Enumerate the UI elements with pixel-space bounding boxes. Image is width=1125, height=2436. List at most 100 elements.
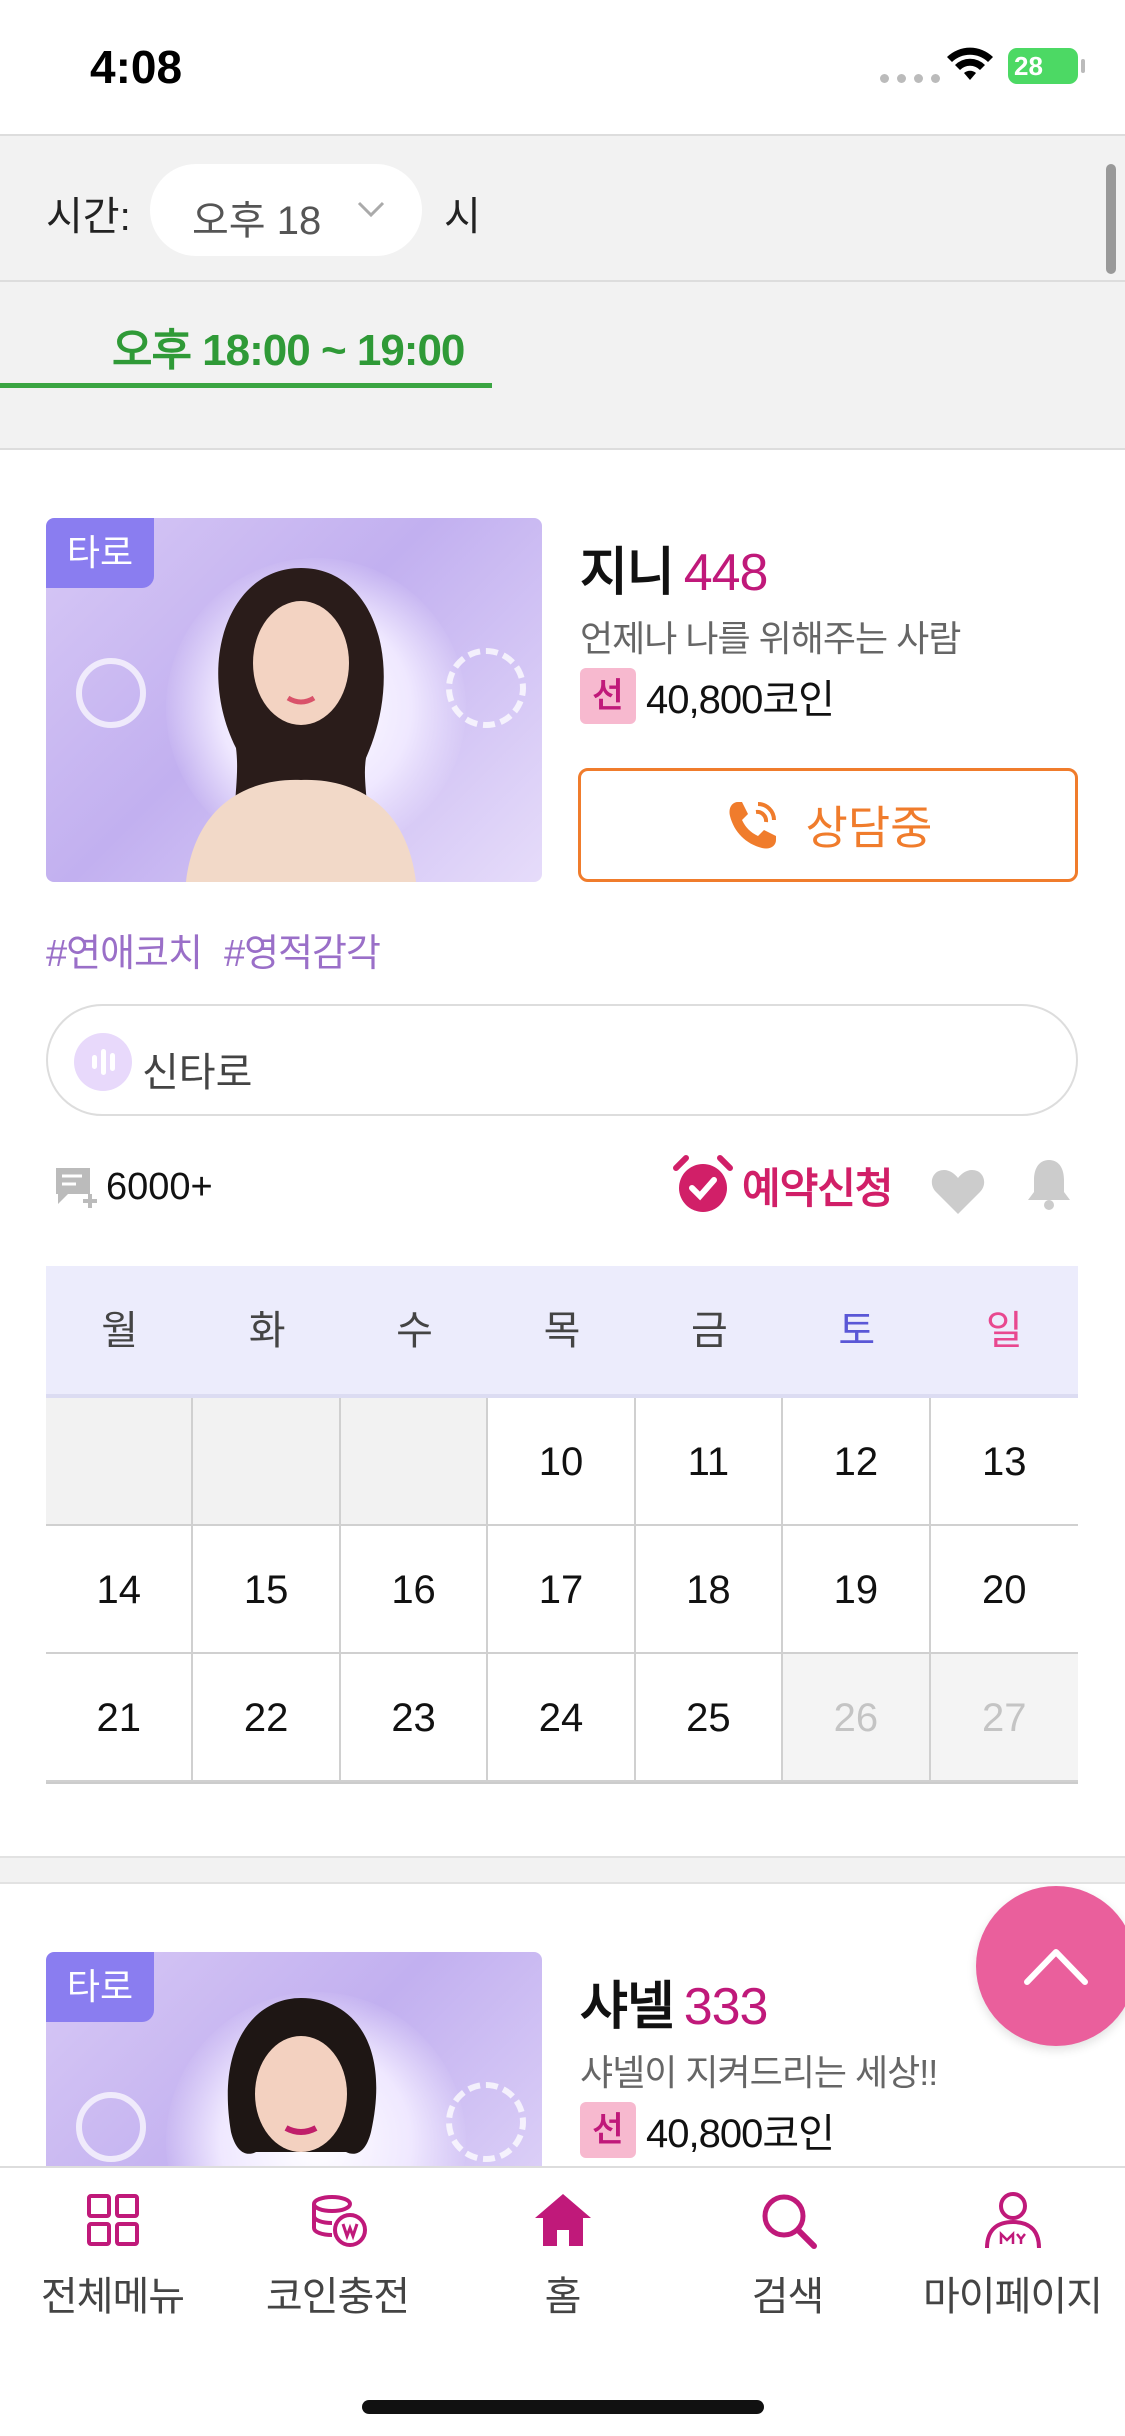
person-silhouette-icon: [186, 568, 416, 882]
counselor-name: 샤넬 333: [580, 1964, 769, 2039]
status-bar: 4:08 28: [0, 0, 1125, 134]
price-row: 선 40,800코인: [580, 2102, 835, 2158]
review-icon: [56, 1168, 97, 1208]
counselor-card[interactable]: 타로 샤넬 333 샤넬이 지켜드리는 세상!! 선 40,800코인: [0, 1886, 1125, 2166]
nav-label: 코인충전: [265, 2275, 410, 2319]
calendar-day[interactable]: 16: [340, 1526, 489, 1654]
reserve-label: 예약신청: [742, 1164, 894, 1212]
weekday-label: 화: [248, 1309, 286, 1353]
counselor-name-text: 지니: [580, 544, 675, 602]
nav-search[interactable]: 검색: [675, 2188, 900, 2322]
counselor-card[interactable]: 타로 지니 448 언제나 나를 위해주는 사람 선 40,800코인 상담중 #…: [0, 452, 1125, 1856]
chevron-down-icon: [357, 201, 385, 218]
calendar-empty-cell: [340, 1398, 489, 1526]
nav-label: 홈: [544, 2275, 582, 2319]
counselor-photo[interactable]: 타로: [46, 1952, 542, 2166]
review-count[interactable]: 6000+: [52, 1164, 213, 1210]
calendar-day[interactable]: 22: [193, 1654, 341, 1782]
voice-intro-player[interactable]: 신타로: [46, 1004, 1078, 1116]
alarm-clock-icon: [673, 1155, 733, 1212]
voice-intro-label: 신타로: [142, 1051, 253, 1095]
battery-level: 28: [1014, 51, 1043, 81]
calendar-day[interactable]: 20: [930, 1526, 1078, 1654]
wifi-icon: [947, 47, 993, 80]
tag-item[interactable]: #연애코치: [46, 933, 203, 975]
tag-list: #연애코치 #영적감각: [46, 922, 402, 977]
prepaid-badge: 선: [580, 2102, 636, 2158]
calendar-day[interactable]: 24: [488, 1654, 636, 1782]
reservation-calendar: 월 화 수 목 금 토 일 10 11 12 13 14 15 16 17 18…: [46, 1266, 1078, 1784]
card-divider: [0, 1856, 1125, 1884]
counselor-number: 333: [683, 1978, 769, 2036]
calendar-grid: 10 11 12 13 14 15 16 17 18 19 20 21 22 2…: [46, 1398, 1078, 1784]
time-filter-bar: 시간: 오후 18 시: [0, 134, 1125, 282]
weekday-label: 수: [396, 1309, 433, 1353]
calendar-day[interactable]: 21: [46, 1654, 194, 1782]
calendar-day-unavailable: 27: [930, 1654, 1078, 1782]
nav-coin-charge[interactable]: 코인충전: [225, 2188, 450, 2322]
calendar-day[interactable]: 11: [635, 1398, 784, 1526]
battery-icon: 28: [1008, 48, 1085, 84]
calendar-day-unavailable: 26: [783, 1654, 931, 1782]
scrollbar[interactable]: [1106, 164, 1116, 274]
grid-icon: [86, 2194, 139, 2246]
price-row: 선 40,800코인: [580, 668, 835, 724]
weekday-label-sunday: 일: [985, 1309, 1023, 1353]
calendar-day[interactable]: 10: [488, 1398, 636, 1526]
nav-label: 검색: [751, 2275, 825, 2319]
calendar-day[interactable]: 13: [930, 1398, 1078, 1526]
scroll-to-top-button[interactable]: [976, 1886, 1125, 2046]
price-text: 40,800코인: [646, 2112, 835, 2156]
bottom-navigation: 전체메뉴 코인충전 홈 검색 마이페이지: [0, 2166, 1125, 2436]
nav-label: 전체메뉴: [40, 2275, 185, 2319]
category-badge: 타로: [46, 1952, 154, 2022]
moon-decoration-icon: [76, 2092, 146, 2162]
hour-select[interactable]: 오후 18: [150, 164, 422, 256]
reserve-button[interactable]: 예약신청: [672, 1154, 894, 1216]
weekday-label: 목: [543, 1309, 581, 1353]
bell-icon[interactable]: [1024, 1156, 1074, 1210]
weekday-label: 월: [101, 1309, 139, 1353]
home-icon: [534, 2194, 591, 2246]
nav-home[interactable]: 홈: [450, 2188, 675, 2322]
home-indicator[interactable]: [362, 2400, 764, 2414]
calendar-day[interactable]: 25: [635, 1654, 784, 1782]
status-time: 4:08: [90, 41, 183, 93]
counselor-number: 448: [683, 544, 769, 602]
sun-decoration-icon: [446, 2082, 526, 2162]
review-count-text: 6000+: [106, 1165, 213, 1208]
user-icon: [984, 2192, 1041, 2249]
consulting-status-button[interactable]: 상담중: [578, 768, 1078, 882]
sound-wave-icon: [74, 1033, 132, 1091]
moon-decoration-icon: [76, 658, 146, 728]
category-badge: 타로: [46, 518, 154, 588]
consulting-status-label: 상담중: [805, 802, 933, 854]
counselor-name: 지니 448: [580, 530, 769, 605]
nav-label: 마이페이지: [923, 2275, 1103, 2319]
calendar-weekday-header: 월 화 수 목 금 토 일: [46, 1266, 1078, 1398]
calendar-empty-cell: [46, 1398, 194, 1526]
calendar-day[interactable]: 14: [46, 1526, 194, 1654]
calendar-empty-cell: [193, 1398, 341, 1526]
counselor-photo[interactable]: 타로: [46, 518, 542, 882]
nav-my-page[interactable]: 마이페이지: [900, 2188, 1125, 2322]
heart-icon[interactable]: [930, 1166, 986, 1216]
nav-all-menu[interactable]: 전체메뉴: [0, 2188, 225, 2322]
chevron-up-icon: [1024, 1949, 1088, 1985]
time-label: 시간:: [46, 195, 131, 239]
weekday-label: 금: [690, 1309, 728, 1353]
hour-unit-label: 시: [444, 195, 481, 239]
calendar-day[interactable]: 23: [340, 1654, 489, 1782]
tag-item[interactable]: #영적감각: [224, 933, 381, 975]
counselor-description: 언제나 나를 위해주는 사람: [580, 618, 961, 659]
calendar-day[interactable]: 15: [193, 1526, 341, 1654]
signal-icon: [880, 74, 940, 83]
calendar-day[interactable]: 17: [488, 1526, 636, 1654]
calendar-day[interactable]: 18: [635, 1526, 784, 1654]
coin-icon: [311, 2195, 367, 2247]
prepaid-badge: 선: [580, 668, 636, 724]
calendar-day[interactable]: 19: [783, 1526, 931, 1654]
counselor-name-text: 샤넬: [580, 1978, 675, 2036]
tab-time-slot[interactable]: 오후 18:00 ~ 19:00: [0, 282, 492, 388]
calendar-day[interactable]: 12: [783, 1398, 931, 1526]
